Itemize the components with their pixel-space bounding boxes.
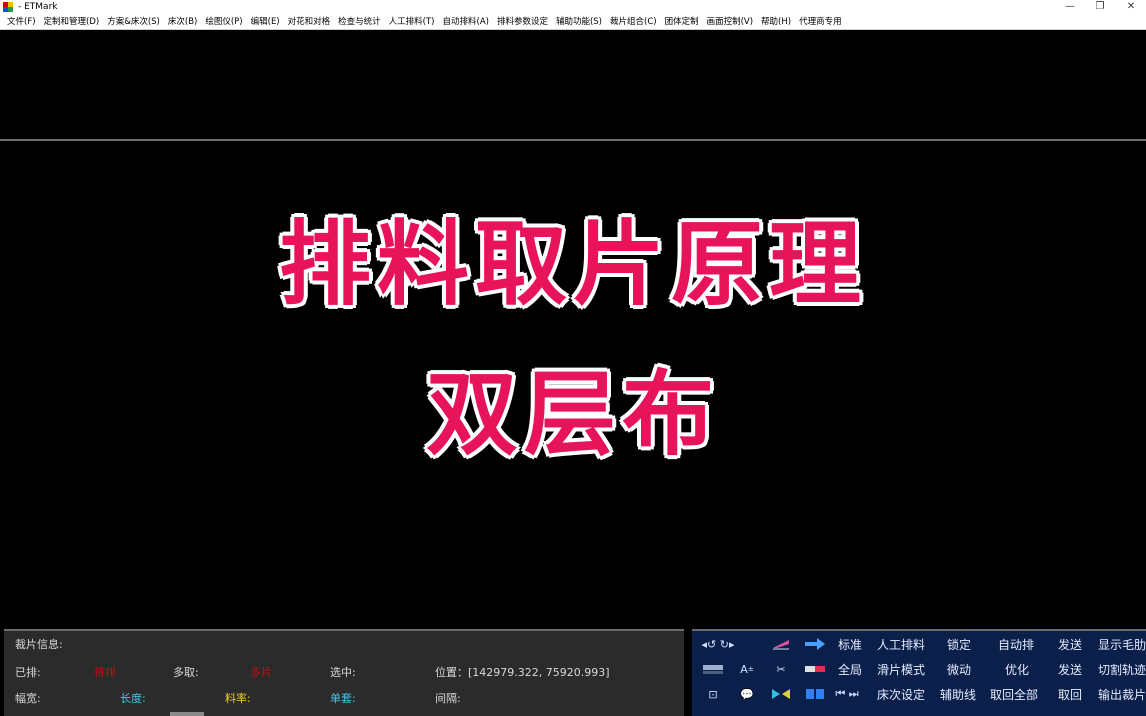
retrieve-all-button[interactable]: 取回全部 — [990, 687, 1038, 703]
piece-info-panel: 裁片信息: 已排: 待排 多取: 多片 选中: 位置：[142979.322, … — [4, 629, 684, 716]
slide-mode-button[interactable]: 滑片模式 — [877, 662, 925, 678]
arranged-value: 待排 — [94, 666, 116, 679]
overlay-title-line2: 双层布 — [425, 361, 720, 468]
menu-plotter[interactable]: 绘图仪(P) — [201, 14, 246, 30]
comment-icon[interactable]: 💬 — [736, 687, 758, 701]
flip-piece-icon[interactable] — [770, 637, 792, 651]
output-pieces-button[interactable]: 输出裁片 — [1098, 687, 1146, 703]
bed-settings-button[interactable]: 床次设定 — [877, 687, 925, 703]
retrieve-button[interactable]: 取回 — [1058, 687, 1082, 703]
layout-blocks-icon[interactable] — [804, 687, 826, 701]
cut-path-button[interactable]: 切割轨迹 — [1098, 662, 1146, 678]
menu-help[interactable]: 帮助(H) — [757, 14, 795, 30]
manual-marker-button[interactable]: 人工排料 — [877, 637, 925, 653]
arranged-label: 已排: — [15, 666, 41, 679]
info-header: 裁片信息: — [15, 638, 63, 651]
arrow-right-icon[interactable] — [804, 637, 826, 651]
show-seam-button[interactable]: 显示毛肋 — [1098, 637, 1146, 653]
length-label: 长度: — [120, 692, 146, 705]
zoom-area-icon[interactable]: ⊡ — [702, 687, 724, 701]
menu-aux-functions[interactable]: 辅助功能(S) — [552, 14, 606, 30]
first-last-nav-icon[interactable]: ⏮ ⏭ — [832, 687, 862, 701]
title-bar: - ETMark — ❐ ✕ — [0, 0, 1146, 14]
menu-agent[interactable]: 代理商专用 — [795, 14, 846, 30]
app-logo-icon — [3, 2, 13, 12]
slide-bar-icon[interactable] — [804, 662, 826, 676]
single-set-label: 单套: — [330, 692, 356, 705]
menu-view-control[interactable]: 画面控制(V) — [703, 14, 757, 30]
excess-value: 多片 — [250, 666, 272, 679]
auto-arrange-button[interactable]: 自动排 — [998, 637, 1034, 653]
rate-label: 料率: — [225, 692, 251, 705]
text-tool-icon[interactable]: A ± — [736, 662, 758, 676]
marker-canvas[interactable]: 排料取片原理 双层布 — [0, 30, 1146, 629]
minimize-button[interactable]: — — [1055, 0, 1085, 14]
excess-label: 多取: — [173, 666, 199, 679]
rotate-pieces-icon[interactable]: ◂↺ ↻▸ — [698, 637, 738, 651]
nudge-button[interactable]: 微动 — [947, 662, 971, 678]
marker-toolbar: ◂↺ ↻▸ A ± ✂ ⊡ 💬 ⏮ ⏭ 标准 人工排料 锁定 自动排 发送 显示毛… — [692, 629, 1146, 716]
mirror-piece-icon[interactable] — [770, 687, 792, 701]
menu-auto-marker[interactable]: 自动排料(A) — [439, 14, 493, 30]
guide-line-button[interactable]: 辅助线 — [940, 687, 976, 703]
horizontal-scrollbar-thumb[interactable] — [170, 712, 204, 716]
position-readout: 位置：[142979.322, 75920.993] — [435, 666, 610, 679]
overlay-title-line1: 排料取片原理 — [278, 211, 867, 318]
menu-scheme-bed[interactable]: 方案&床次(S) — [103, 14, 164, 30]
send-button-2[interactable]: 发送 — [1058, 662, 1082, 678]
width-label: 幅宽: — [15, 692, 41, 705]
menu-pattern-matching[interactable]: 对花和对格 — [284, 14, 335, 30]
optimize-button[interactable]: 优化 — [1005, 662, 1029, 678]
selected-label: 选中: — [330, 666, 356, 679]
standard-button[interactable]: 标准 — [838, 637, 862, 653]
fabric-width-guide-line — [0, 139, 1146, 141]
menu-piece-combination[interactable]: 裁片组合(C) — [606, 14, 661, 30]
menu-customize-manage[interactable]: 定制和管理(D) — [40, 14, 104, 30]
menu-bar: 文件(F) 定制和管理(D) 方案&床次(S) 床次(B) 绘图仪(P) 编辑(… — [0, 14, 1146, 30]
menu-marker-params[interactable]: 排料参数设定 — [493, 14, 552, 30]
scissors-icon[interactable]: ✂ — [770, 662, 792, 676]
gap-label: 间隔: — [435, 692, 461, 705]
global-button[interactable]: 全局 — [838, 662, 862, 678]
menu-check-stats[interactable]: 检查与统计 — [334, 14, 385, 30]
menu-group-custom[interactable]: 团体定制 — [661, 14, 703, 30]
menu-manual-marker[interactable]: 人工排料(T) — [385, 14, 439, 30]
window-title: - ETMark — [18, 2, 58, 12]
menu-bed[interactable]: 床次(B) — [164, 14, 201, 30]
restore-button[interactable]: ❐ — [1085, 0, 1115, 14]
menu-file[interactable]: 文件(F) — [3, 14, 40, 30]
lock-button[interactable]: 锁定 — [947, 637, 971, 653]
send-button[interactable]: 发送 — [1058, 637, 1082, 653]
menu-edit[interactable]: 编辑(E) — [247, 14, 284, 30]
spread-layer-icon[interactable] — [702, 662, 724, 676]
close-button[interactable]: ✕ — [1116, 0, 1146, 14]
